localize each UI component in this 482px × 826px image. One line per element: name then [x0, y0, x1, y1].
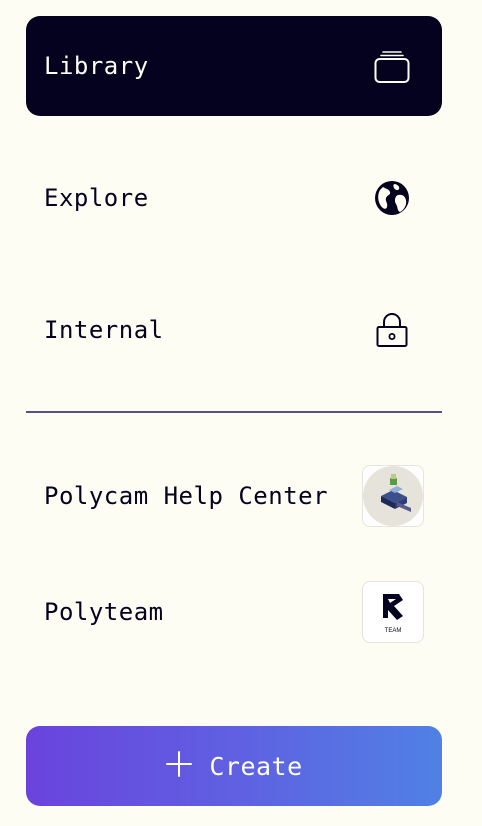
globe-icon — [374, 180, 410, 216]
lock-icon — [374, 312, 410, 348]
create-button-label: Create — [209, 751, 303, 781]
layers-icon — [374, 48, 410, 84]
divider — [26, 411, 442, 413]
nav-item-label: Library — [44, 52, 149, 80]
nav-item-label: Internal — [44, 316, 164, 344]
link-label: Polycam Help Center — [44, 482, 329, 510]
polyteam-logo: TEAM — [362, 581, 424, 643]
help-center-thumbnail — [362, 465, 424, 527]
nav-item-internal[interactable]: Internal — [26, 280, 442, 380]
link-label: Polyteam — [44, 598, 164, 626]
nav-item-explore[interactable]: Explore — [26, 148, 442, 248]
nav-item-library[interactable]: Library — [26, 16, 442, 116]
plus-icon — [165, 750, 193, 782]
link-polyteam[interactable]: Polyteam TEAM — [26, 580, 442, 644]
link-help-center[interactable]: Polycam Help Center — [26, 464, 442, 528]
create-button[interactable]: Create — [26, 726, 442, 806]
polyteam-logo-text: TEAM — [385, 628, 402, 634]
nav-item-label: Explore — [44, 184, 149, 212]
